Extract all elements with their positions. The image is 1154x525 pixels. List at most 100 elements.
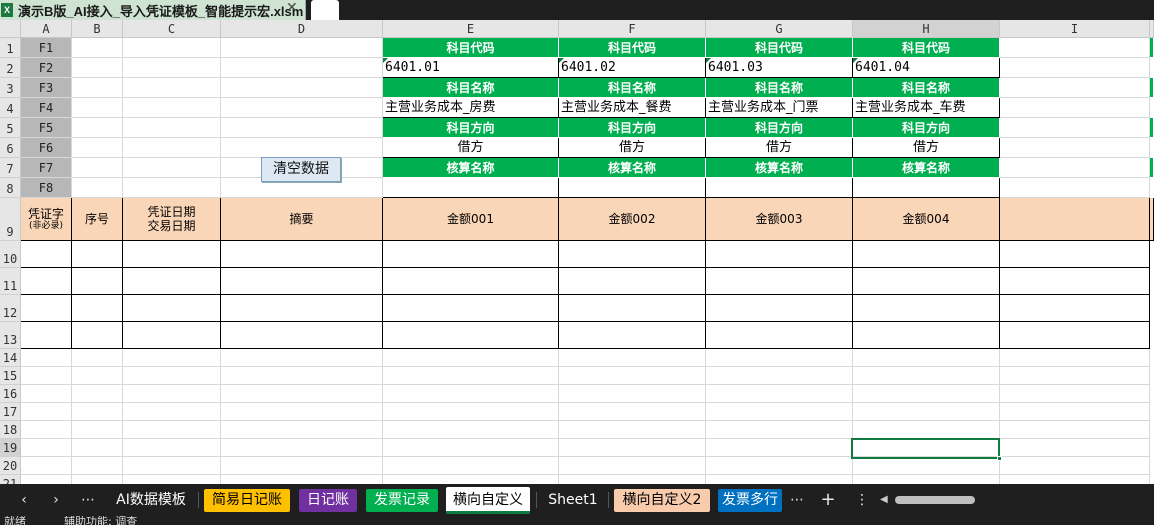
horizontal-scrollbar[interactable]: ◀: [880, 493, 1154, 507]
cell[interactable]: [559, 457, 706, 475]
column-header-f[interactable]: F: [559, 20, 706, 38]
cell[interactable]: [72, 138, 123, 158]
column-header-d[interactable]: D: [221, 20, 383, 38]
sheet-tab[interactable]: Sheet1: [540, 489, 606, 512]
data-cell[interactable]: [123, 268, 221, 295]
data-cell[interactable]: [559, 295, 706, 322]
more-tabs-icon[interactable]: ⋯: [787, 484, 807, 516]
data-cell[interactable]: [21, 268, 72, 295]
cell[interactable]: [123, 178, 221, 198]
row-header-1[interactable]: 1: [0, 38, 21, 58]
spreadsheet-grid[interactable]: A B C D E F G H I 1 2 3 4 5 6 7 8 9 10 11 12 13 14 15 16 17 18 19 20…: [0, 20, 1154, 484]
data-cell[interactable]: [21, 322, 72, 349]
cell[interactable]: [221, 98, 383, 118]
column-header-c[interactable]: C: [123, 20, 221, 38]
row-header-12[interactable]: 12: [0, 295, 21, 322]
cell[interactable]: [706, 403, 853, 421]
column-header-a[interactable]: A: [21, 20, 72, 38]
cell[interactable]: [221, 439, 383, 457]
cell[interactable]: [72, 98, 123, 118]
cell[interactable]: [221, 118, 383, 138]
data-cell[interactable]: [221, 295, 383, 322]
data-cell[interactable]: [853, 295, 1000, 322]
sheet-tab[interactable]: 横向自定义: [446, 487, 530, 514]
cell[interactable]: [1000, 118, 1150, 138]
cell[interactable]: [221, 138, 383, 158]
row-header-11[interactable]: 11: [0, 268, 21, 295]
cell[interactable]: [72, 78, 123, 98]
scrollbar-thumb[interactable]: [895, 496, 975, 504]
cell[interactable]: [123, 475, 221, 484]
cell[interactable]: [21, 349, 72, 367]
calc-name-value[interactable]: [853, 178, 1000, 198]
cell[interactable]: [123, 439, 221, 457]
cell[interactable]: [853, 457, 1000, 475]
row-header-16[interactable]: 16: [0, 385, 21, 403]
cell[interactable]: [706, 367, 853, 385]
cell[interactable]: [1000, 439, 1150, 457]
row-header-18[interactable]: 18: [0, 421, 21, 439]
cell[interactable]: [123, 158, 221, 178]
data-cell[interactable]: [383, 268, 559, 295]
cell[interactable]: [853, 349, 1000, 367]
cell[interactable]: [72, 158, 123, 178]
more-sheets-icon[interactable]: ⋯: [78, 484, 98, 516]
cell[interactable]: [123, 38, 221, 58]
row-header-19[interactable]: 19: [0, 439, 21, 457]
cell[interactable]: [123, 367, 221, 385]
data-cell[interactable]: [383, 322, 559, 349]
cell[interactable]: [72, 475, 123, 484]
cell[interactable]: [1000, 421, 1150, 439]
column-header-g[interactable]: G: [706, 20, 853, 38]
cell[interactable]: [72, 439, 123, 457]
sheet-tab[interactable]: 发票多行: [718, 489, 782, 512]
subject-direction-value[interactable]: 借方: [706, 138, 853, 158]
cell[interactable]: [383, 475, 559, 484]
data-cell[interactable]: [72, 295, 123, 322]
cell[interactable]: [21, 403, 72, 421]
cell[interactable]: [21, 367, 72, 385]
cell[interactable]: [853, 367, 1000, 385]
cell[interactable]: [72, 367, 123, 385]
subject-direction-value[interactable]: 借方: [559, 138, 706, 158]
data-cell[interactable]: [72, 322, 123, 349]
cell[interactable]: [72, 349, 123, 367]
cell[interactable]: [1000, 98, 1150, 118]
cell[interactable]: [383, 439, 559, 457]
close-icon[interactable]: ✕: [286, 0, 298, 16]
data-cell[interactable]: [706, 268, 853, 295]
data-cell[interactable]: [221, 322, 383, 349]
calc-name-value[interactable]: [559, 178, 706, 198]
cell[interactable]: [1000, 475, 1150, 484]
cell[interactable]: [706, 421, 853, 439]
subject-direction-value[interactable]: 借方: [383, 138, 559, 158]
fill-handle[interactable]: [997, 456, 1002, 461]
data-cell[interactable]: [72, 268, 123, 295]
cell[interactable]: [1000, 78, 1150, 98]
data-cell[interactable]: [853, 241, 1000, 268]
cell[interactable]: [383, 421, 559, 439]
cell[interactable]: [559, 349, 706, 367]
data-cell[interactable]: [706, 322, 853, 349]
data-cell[interactable]: [559, 322, 706, 349]
data-cell[interactable]: [706, 295, 853, 322]
data-cell[interactable]: [21, 241, 72, 268]
cell[interactable]: [1000, 385, 1150, 403]
column-header-e[interactable]: E: [383, 20, 559, 38]
cell[interactable]: [559, 403, 706, 421]
row-header-17[interactable]: 17: [0, 403, 21, 421]
cell[interactable]: [706, 457, 853, 475]
row-header-10[interactable]: 10: [0, 241, 21, 268]
sheet-tab[interactable]: AI数据模板: [108, 489, 194, 512]
prev-sheet-icon[interactable]: ‹: [14, 484, 34, 516]
cell[interactable]: [1000, 178, 1150, 198]
row-header-14[interactable]: 14: [0, 349, 21, 367]
cell[interactable]: [72, 385, 123, 403]
data-cell[interactable]: [559, 268, 706, 295]
data-cell[interactable]: [853, 322, 1000, 349]
accessibility-status[interactable]: 辅助功能: 调查: [64, 516, 137, 525]
data-cell[interactable]: [1000, 322, 1150, 349]
cell[interactable]: [221, 403, 383, 421]
add-sheet-icon[interactable]: +: [818, 484, 838, 516]
scroll-left-icon[interactable]: ◀: [880, 493, 888, 507]
